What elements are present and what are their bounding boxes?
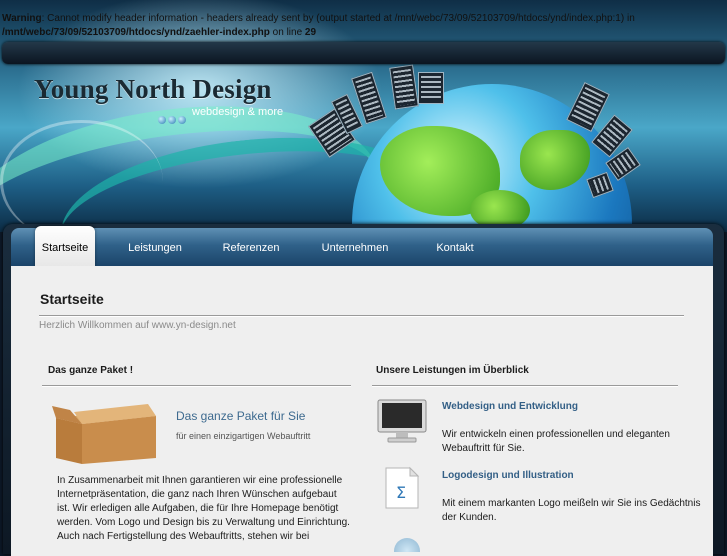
building-illustration xyxy=(389,64,419,110)
warning-file: /mnt/webc/73/09/52103709/htdocs/ynd/zaeh… xyxy=(2,27,270,38)
top-bar xyxy=(2,42,725,64)
divider xyxy=(42,385,351,387)
service-text-logodesign: Mit einem markanten Logo meißeln wir Sie… xyxy=(442,498,701,523)
header-banner: Young North Design webdesign & more Warn… xyxy=(0,0,727,232)
building-illustration xyxy=(418,72,444,104)
warning-label: Warning xyxy=(2,13,42,24)
warning-line-number: 29 xyxy=(304,27,317,38)
warning-on-line: on line xyxy=(272,27,303,38)
page-title: Startseite xyxy=(40,291,104,307)
nav-item-kontakt[interactable]: Kontakt xyxy=(429,228,481,266)
php-warning: Warning: Cannot modify header informatio… xyxy=(0,0,727,44)
intro-paragraph: In Zusammenarbeit mit Ihnen garantieren … xyxy=(57,475,350,542)
welcome-text: Herzlich Willkommen auf www.yn-design.ne… xyxy=(39,320,236,331)
decorative-swoosh xyxy=(0,120,163,232)
divider xyxy=(39,315,684,317)
site-logo-subtitle: webdesign & more xyxy=(192,106,284,118)
feature-title: Das ganze Paket für Sie xyxy=(176,409,306,423)
nav-item-leistungen[interactable]: Leistungen xyxy=(123,228,187,266)
service-text-webdesign: Wir entwickeln einen professionellen und… xyxy=(442,429,670,454)
service-title-logodesign[interactable]: Logodesign und Illustration xyxy=(442,470,574,481)
svg-text:Σ: Σ xyxy=(396,483,406,502)
nav-item-unternehmen[interactable]: Unternehmen xyxy=(317,228,393,266)
warning-message: : Cannot modify header information - hea… xyxy=(41,13,635,24)
site-logo-title[interactable]: Young North Design xyxy=(34,74,272,105)
left-column-heading: Das ganze Paket ! xyxy=(48,365,134,376)
service-title-webdesign[interactable]: Webdesign und Entwicklung xyxy=(442,401,578,412)
document-icon: Σ xyxy=(385,466,420,509)
feature-subtitle: für einen einzigartigen Webauftritt xyxy=(176,431,311,441)
nav-item-referenzen[interactable]: Referenzen xyxy=(219,228,283,266)
right-column-heading: Unsere Leistungen im Überblick xyxy=(376,365,529,376)
nav-item-startseite[interactable]: Startseite xyxy=(35,226,95,268)
divider xyxy=(372,385,678,387)
main-navigation: Startseite Leistungen Referenzen Unterne… xyxy=(11,226,713,268)
monitor-icon xyxy=(377,399,427,443)
cardboard-box-icon xyxy=(52,404,156,464)
logo-dots xyxy=(158,109,188,128)
